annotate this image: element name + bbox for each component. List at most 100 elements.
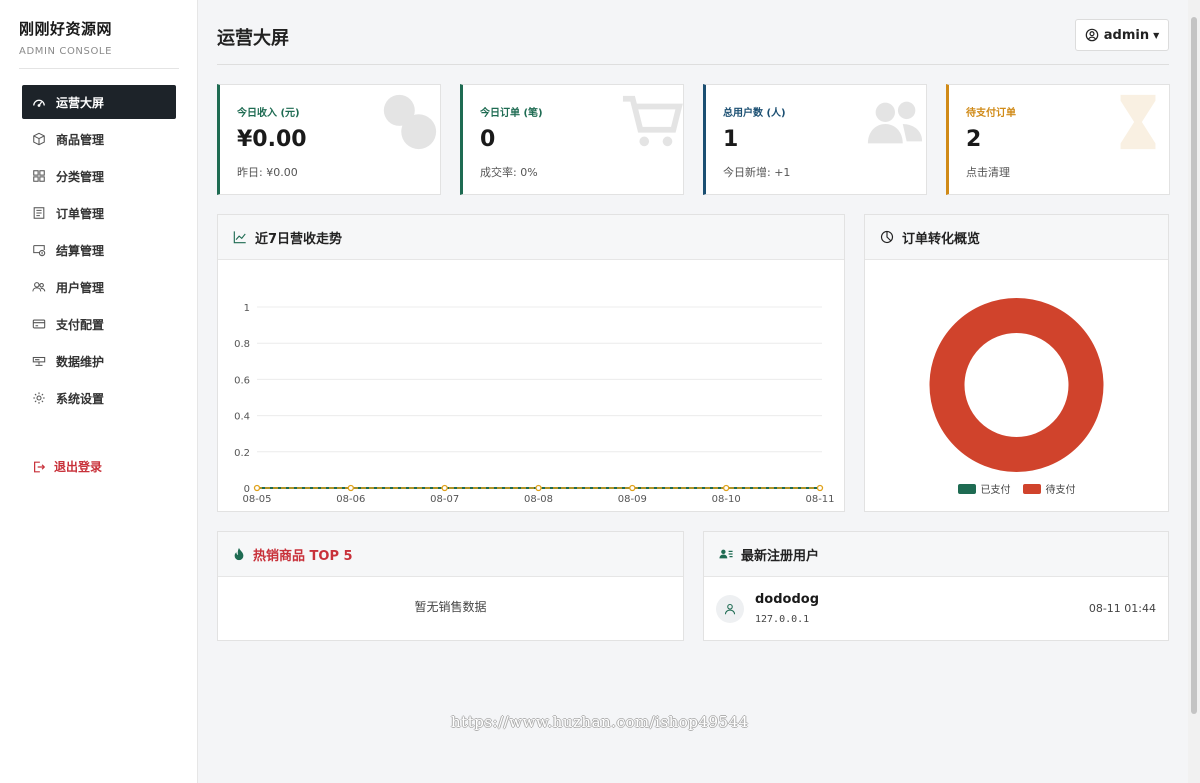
sidebar-item-label: 商品管理 (56, 132, 105, 147)
sidebar-item-payment[interactable]: 支付配置 (22, 307, 176, 341)
logout-button[interactable]: 退出登录 (32, 458, 102, 475)
credit-card-icon (32, 317, 46, 331)
fire-icon (233, 547, 245, 561)
avatar (716, 595, 744, 623)
settlement-icon (32, 243, 46, 257)
stat-label: 今日收入 (元) (237, 108, 300, 119)
hourglass-icon (1120, 94, 1156, 150)
stat-label: 总用户数 (人) (723, 108, 786, 119)
hot-products-title: 热销商品 TOP 5 (253, 548, 353, 564)
page-title: 运营大屏 (217, 28, 289, 49)
brand-title: 刚刚好资源网 (19, 20, 113, 38)
stat-card-pending[interactable]: 待支付订单 2 点击清理 (946, 84, 1170, 195)
logout-icon (32, 460, 46, 474)
sidebar-item-orders[interactable]: 订单管理 (22, 196, 176, 230)
sidebar-item-dashboard[interactable]: 运营大屏 (22, 85, 176, 119)
receipt-icon (32, 206, 46, 220)
sidebar-item-users[interactable]: 用户管理 (22, 270, 176, 304)
header-divider (217, 64, 1169, 65)
people-icon (867, 101, 923, 144)
caret-down-icon: ▼ (1153, 30, 1160, 40)
gear-icon (32, 391, 46, 405)
sidebar-item-settings[interactable]: 系统设置 (22, 381, 176, 415)
sidebar-item-settlement[interactable]: 结算管理 (22, 233, 176, 267)
y-tick-label: 0.8 (234, 339, 250, 350)
stat-card-users: 总用户数 (人) 1 今日新增: +1 (703, 84, 927, 195)
brand-subtitle: ADMIN CONSOLE (19, 46, 113, 57)
stat-value: ¥0.00 (237, 127, 307, 152)
y-tick-label: 0.6 (234, 375, 250, 386)
data-point (723, 484, 730, 492)
x-tick-label: 08-06 (336, 494, 365, 505)
conversion-title: 订单转化概览 (902, 231, 981, 247)
x-tick-label: 08-05 (242, 494, 271, 505)
stat-value: 1 (723, 127, 739, 152)
grid-icon (32, 169, 46, 183)
sidebar-item-categories[interactable]: 分类管理 (22, 159, 176, 193)
clean-link[interactable]: 点击清理 (966, 164, 1010, 180)
recent-users-title: 最新注册用户 (741, 548, 820, 564)
data-point (441, 484, 448, 492)
legend-label: 已支付 (980, 485, 1011, 496)
recent-users-panel: 最新注册用户 dododog 127.0.0.1 08-11 01:44 (703, 531, 1169, 641)
sidebar: 刚刚好资源网 ADMIN CONSOLE 运营大屏 商品管理 分类管理 订单管理… (0, 0, 198, 783)
sidebar-item-label: 数据维护 (56, 354, 105, 369)
watermark: https://www.huzhan.com/ishop49544 (451, 713, 749, 731)
users-icon (32, 280, 46, 294)
x-tick-label: 08-08 (524, 494, 553, 505)
stat-sub: 成交率: 0% (480, 166, 538, 179)
user-menu-button[interactable]: admin ▼ (1075, 19, 1169, 51)
user-name: admin (1103, 27, 1150, 43)
trend-title: 近7日营收走势 (255, 231, 343, 247)
legend-item-paid[interactable]: 已支付 (957, 481, 1011, 496)
stat-sub: 昨日: ¥0.00 (237, 166, 298, 179)
list-item[interactable]: dododog 127.0.0.1 08-11 01:44 (704, 577, 1168, 640)
gauge-icon (32, 95, 46, 109)
line-chart-icon (233, 230, 247, 244)
trend-panel: 近7日营收走势 0 0.2 0.4 0.6 0.8 1 08-05 08-06 08-07 08-… (217, 214, 845, 512)
recent-users-header: 最新注册用户 (704, 532, 1168, 577)
legend-item-pending[interactable]: 待支付 (1022, 481, 1076, 496)
sidebar-item-label: 订单管理 (56, 206, 105, 221)
cart-check-icon (622, 95, 683, 147)
stat-value: 0 (480, 127, 496, 152)
donut-legend: 已支付 待支付 (865, 481, 1168, 496)
user-name: dododog (755, 592, 820, 607)
scrollbar[interactable] (1188, 0, 1200, 783)
scrollbar-thumb[interactable] (1191, 17, 1197, 714)
conversion-panel: 订单转化概览 已支付 待支付 (864, 214, 1169, 512)
x-tick-label: 08-07 (430, 494, 459, 505)
x-tick-label: 08-09 (618, 494, 647, 505)
sidebar-item-label: 系统设置 (56, 391, 105, 406)
brand: 刚刚好资源网 ADMIN CONSOLE (0, 0, 197, 57)
sidebar-item-data[interactable]: 数据维护 (22, 344, 176, 378)
brand-divider (19, 68, 179, 69)
y-tick-label: 1 (244, 303, 250, 314)
logout-label: 退出登录 (54, 460, 103, 474)
y-tick-label: 0.4 (234, 412, 250, 423)
sidebar-item-label: 运营大屏 (56, 95, 105, 110)
sidebar-item-label: 结算管理 (56, 243, 105, 258)
sidebar-item-products[interactable]: 商品管理 (22, 122, 176, 156)
box-icon (32, 132, 46, 146)
currency-exchange-icon (383, 94, 437, 150)
user-register-time: 08-11 01:44 (1088, 602, 1156, 615)
data-point (535, 484, 542, 492)
x-tick-label: 08-11 (805, 494, 834, 505)
legend-label: 待支付 (1045, 485, 1076, 496)
y-tick-label: 0.2 (234, 448, 250, 459)
x-tick-label: 08-10 (712, 494, 741, 505)
pie-chart-icon (880, 230, 894, 244)
legend-swatch (957, 483, 976, 494)
user-ip: 127.0.0.1 (755, 614, 810, 625)
sidebar-item-label: 分类管理 (56, 169, 105, 184)
hdd-icon (32, 354, 46, 368)
revenue-line-chart: 00.20.40.60.8108-05 08-06 08-07 08-08 08-09 0… (234, 303, 834, 505)
stat-sub: 今日新增: +1 (723, 166, 791, 179)
stat-label: 今日订单 (笔) (480, 108, 543, 119)
data-point (629, 484, 636, 492)
legend-swatch (1022, 483, 1041, 494)
stat-card-orders: 今日订单 (笔) 0 成交率: 0% (460, 84, 684, 195)
person-lines-icon (719, 547, 733, 561)
data-point (816, 484, 824, 492)
